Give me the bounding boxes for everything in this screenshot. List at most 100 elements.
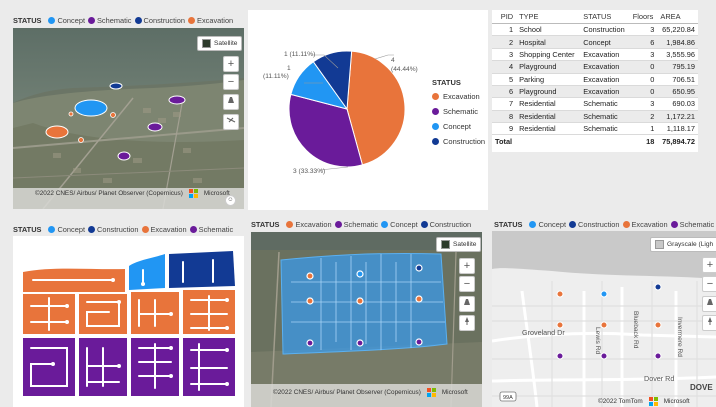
column-header-status[interactable]: STATUS xyxy=(580,10,630,24)
pie-label-excavation-pct: (44.44%) xyxy=(391,66,418,73)
legend-dot-schematic xyxy=(88,17,95,24)
dashboard-canvas: STATUS Concept Schematic Construction Ex… xyxy=(0,0,716,407)
legend-label: Excavation xyxy=(443,92,480,101)
table-row[interactable]: 8 Residential Schematic 2 1,172.21 xyxy=(492,110,698,124)
legend-dot-concept xyxy=(48,17,56,24)
brand-text: Microsoft xyxy=(441,389,468,396)
legend-dot-schematic xyxy=(670,221,678,228)
pie-legend-item[interactable]: Excavation xyxy=(432,92,485,101)
table-cell: 7 xyxy=(492,97,517,111)
attribution-text: ©2022 CNES/ Airbus/ Planet Observer (Cop… xyxy=(35,190,183,197)
table-cell xyxy=(580,134,630,147)
shape-map[interactable] xyxy=(13,236,244,407)
legend-label: Schematic xyxy=(343,220,379,229)
table-cell: 1,172.21 xyxy=(657,110,698,124)
zoom-out-button[interactable]: − xyxy=(223,74,239,90)
map-attribution: ©2022 TomTom Microsoft xyxy=(598,397,690,406)
legend-dot-excavation xyxy=(286,221,294,228)
pie-legend-item[interactable]: Concept xyxy=(432,122,485,131)
map-style-button[interactable]: Satellite xyxy=(436,237,482,252)
legend-dot-concept xyxy=(432,123,439,130)
table-cell: 6 xyxy=(492,85,517,99)
compass-icon[interactable] xyxy=(702,315,716,331)
table-row[interactable]: 3 Shopping Center Excavation 3 3,555.96 xyxy=(492,48,698,62)
table-total-row: Total 18 75,894.72 xyxy=(492,134,698,147)
legend-label: Construction xyxy=(578,220,620,229)
street-map: Groveland Dr Lewis Rd Blueback Rd Inverm… xyxy=(492,231,716,407)
column-header-area[interactable]: AREA xyxy=(657,10,698,24)
table-cell: 650.95 xyxy=(657,85,698,99)
column-header-floors[interactable]: Floors xyxy=(629,10,658,24)
table-cell: 0 xyxy=(629,60,658,74)
legend-dot-schematic xyxy=(334,221,342,228)
legend-title: STATUS xyxy=(494,220,523,229)
table-row[interactable]: 2 Hospital Concept 6 1,984.86 xyxy=(492,35,698,49)
zoom-in-button[interactable]: + xyxy=(459,258,475,274)
pie-legend: STATUS Excavation Schematic Concept Cons… xyxy=(432,78,485,152)
legend-dot-concept xyxy=(381,221,389,228)
tilt-icon[interactable] xyxy=(702,296,716,312)
table-cell: Concept xyxy=(580,35,630,49)
column-header-pid[interactable]: PID xyxy=(492,10,517,24)
table-cell: 2 xyxy=(492,35,517,49)
table-row[interactable]: 5 Parking Excavation 0 706.51 xyxy=(492,73,698,86)
legend-label: Schematic xyxy=(679,220,715,229)
table-cell xyxy=(516,134,581,147)
map-style-label: Grayscale (Ligh xyxy=(667,241,714,248)
table-cell: Construction xyxy=(580,23,630,37)
tilt-icon[interactable] xyxy=(223,94,239,110)
satellite-thumbnail-icon xyxy=(202,39,211,48)
legend-label: Schematic xyxy=(97,16,132,25)
tilt-icon[interactable] xyxy=(459,296,475,312)
map-attribution: ©2022 CNES/ Airbus/ Planet Observer (Cop… xyxy=(273,388,468,397)
legend-title: STATUS xyxy=(13,16,42,25)
legend-title: STATUS xyxy=(251,220,280,229)
pie-label-concept-value: 1 xyxy=(287,65,291,72)
legend-label: Excavation xyxy=(197,16,234,25)
compass-icon[interactable] xyxy=(459,315,475,331)
microsoft-logo-icon xyxy=(648,397,658,406)
legend-dot-schematic xyxy=(432,108,439,115)
street-label: DOVE xyxy=(690,383,713,392)
map-style-button[interactable]: Grayscale (Ligh xyxy=(650,237,716,252)
pie-label-schematic: 3 (33.33%) xyxy=(293,168,325,175)
zoom-in-button[interactable]: + xyxy=(223,56,239,72)
table-row[interactable]: 1 School Construction 3 65,220.84 xyxy=(492,23,698,37)
table-header-row: PID TYPE STATUS Floors AREA xyxy=(492,10,698,24)
column-header-type[interactable]: TYPE xyxy=(516,10,581,24)
zoom-out-button[interactable]: − xyxy=(702,276,716,292)
map-attribution: ©2022 CNES/ Airbus/ Planet Observer (Cop… xyxy=(35,189,230,198)
brand-text: Microsoft xyxy=(663,398,690,405)
satellite-thumbnail-icon xyxy=(441,240,450,249)
satellite-map-top-left[interactable]: Satellite + − ©2022 CNES/ Airbus/ Planet… xyxy=(13,28,244,209)
table-row[interactable]: 6 Playground Excavation 0 650.95 xyxy=(492,85,698,99)
table-row[interactable]: 4 Playground Excavation 0 795.19 xyxy=(492,60,698,74)
map-style-button[interactable]: Satellite xyxy=(197,36,243,51)
projects-table-card: PID TYPE STATUS Floors AREA 1 School Const… xyxy=(492,10,698,152)
pie-label-concept-pct: (11.11%) xyxy=(263,73,289,80)
pie-label-construction: 1 (11.11%) xyxy=(284,51,315,58)
legend-dot-excavation xyxy=(141,226,149,233)
attribution-text: ©2022 CNES/ Airbus/ Planet Observer (Cop… xyxy=(273,389,421,396)
table-cell: 3 xyxy=(492,48,517,62)
satellite-map-bottom-center[interactable]: Satellite + − ©2022 CNES/ Airbus/ Planet… xyxy=(251,232,482,407)
feedback-icon[interactable]: ☺ xyxy=(225,195,236,206)
legend-dot-construction xyxy=(88,226,95,233)
zoom-in-button[interactable]: + xyxy=(702,257,716,273)
map-legend-bottom-center: STATUS Excavation Schematic Concept Cons… xyxy=(251,220,471,229)
table-row[interactable]: 7 Residential Schematic 3 690.03 xyxy=(492,97,698,111)
parcel-shapes xyxy=(23,251,235,396)
zoom-out-button[interactable]: − xyxy=(459,276,475,292)
legend-dot-excavation xyxy=(622,221,630,228)
pie-legend-item[interactable]: Construction xyxy=(432,137,485,146)
table-cell: 3 xyxy=(629,97,658,111)
legend-label: Excavation xyxy=(150,225,187,234)
grayscale-map[interactable]: Groveland Dr Lewis Rd Blueback Rd Inverm… xyxy=(492,231,716,407)
legend-label: Concept xyxy=(390,220,418,229)
pie-legend-item[interactable]: Schematic xyxy=(432,107,485,116)
compass-icon[interactable] xyxy=(223,114,239,130)
table-cell: Excavation xyxy=(580,73,630,86)
legend-dot-schematic xyxy=(189,226,197,233)
table-row[interactable]: 9 Residential Schematic 1 1,118.17 xyxy=(492,122,698,136)
map-legend-bottom-right: STATUS Concept Construction Excavation S… xyxy=(494,220,714,229)
